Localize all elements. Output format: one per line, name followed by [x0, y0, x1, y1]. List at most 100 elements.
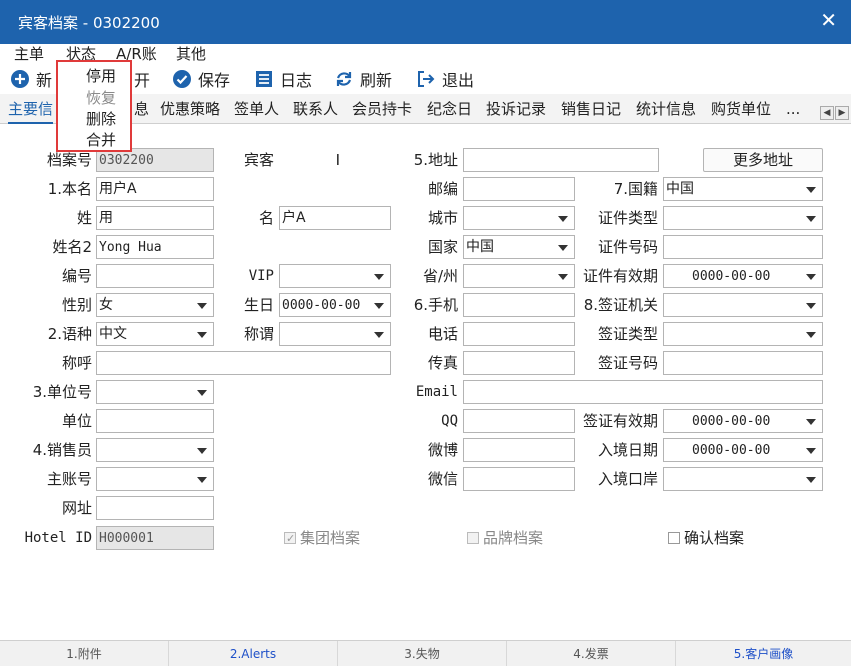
tab-more[interactable]: ...: [786, 98, 800, 120]
label-id-type: 证件类型: [597, 209, 658, 227]
fax-field[interactable]: [463, 351, 575, 375]
brand-profile-checkbox[interactable]: 品牌档案: [467, 527, 543, 549]
label-visa-valid: 签证有效期: [582, 412, 658, 430]
bottom-tab-alerts[interactable]: 2.Alerts: [169, 641, 338, 666]
checkbox-icon: [668, 532, 680, 544]
bottom-tab-lost-items[interactable]: 3.失物: [338, 641, 507, 666]
gender-select[interactable]: 女: [96, 293, 214, 317]
hotel-id-field: H000001: [96, 526, 214, 550]
more-address-button[interactable]: 更多地址: [703, 148, 823, 172]
province-select[interactable]: [463, 264, 575, 288]
tab-scroll-right-icon[interactable]: ▶: [835, 106, 849, 120]
tab-main-info[interactable]: 主要信: [8, 98, 54, 124]
label-visa-no: 签证号码: [597, 354, 658, 372]
label-website: 网址: [61, 499, 92, 517]
status-dropdown-menu: 停用 恢复 删除 合并: [56, 60, 132, 152]
label-unit-no: 3.单位号: [32, 383, 92, 401]
qq-field[interactable]: [463, 409, 575, 433]
open-button[interactable]: 开: [134, 68, 150, 90]
label-entry-date: 入境日期: [597, 441, 658, 459]
log-button[interactable]: 日志: [254, 68, 312, 90]
label-birthday: 生日: [243, 296, 274, 314]
city-select[interactable]: [463, 206, 575, 230]
code-field[interactable]: [96, 264, 214, 288]
mobile-field[interactable]: [463, 293, 575, 317]
master-acct-select[interactable]: [96, 467, 214, 491]
save-button[interactable]: 保存: [172, 68, 230, 90]
bottom-tab-bar: 1.附件 2.Alerts 3.失物 4.发票 5.客户画像: [0, 640, 851, 666]
birthday-date[interactable]: 0000-00-00: [279, 293, 391, 317]
bottom-tab-attachments[interactable]: 1.附件: [0, 641, 169, 666]
phone-field[interactable]: [463, 322, 575, 346]
label-country: 国家: [427, 238, 458, 256]
tab-statistics[interactable]: 统计信息: [636, 98, 696, 120]
tab-info-suffix[interactable]: 息: [134, 98, 149, 120]
unit-no-select[interactable]: [96, 380, 214, 404]
tab-member-cards[interactable]: 会员持卡: [352, 98, 412, 120]
email-field[interactable]: [463, 380, 823, 404]
label-id-valid: 证件有效期: [582, 267, 658, 285]
entry-date-date[interactable]: 0000-00-00: [663, 438, 823, 462]
id-type-select[interactable]: [663, 206, 823, 230]
id-no-field[interactable]: [663, 235, 823, 259]
refresh-button[interactable]: 刷新: [334, 68, 392, 90]
tab-sales-diary[interactable]: 销售日记: [561, 98, 621, 120]
tab-scroll-left-icon[interactable]: ◀: [820, 106, 834, 120]
guest-type-value: I: [335, 151, 340, 169]
vip-select[interactable]: [279, 264, 391, 288]
website-field[interactable]: [96, 496, 214, 520]
exit-button[interactable]: 退出: [416, 68, 474, 90]
menu-item-disable[interactable]: 停用: [86, 66, 116, 86]
label-id-no: 证件号码: [597, 238, 658, 256]
label-email: Email: [415, 384, 458, 400]
id-valid-date[interactable]: 0000-00-00: [663, 264, 823, 288]
log-label: 日志: [280, 71, 313, 90]
nationality-select[interactable]: 中国: [663, 177, 823, 201]
visa-type-select[interactable]: [663, 322, 823, 346]
surname-field[interactable]: 用: [96, 206, 214, 230]
visa-valid-date[interactable]: 0000-00-00: [663, 409, 823, 433]
tab-purchase-units[interactable]: 购货单位: [711, 98, 771, 120]
name2-field[interactable]: Yong Hua: [96, 235, 214, 259]
visa-no-field[interactable]: [663, 351, 823, 375]
wechat-field[interactable]: [463, 467, 575, 491]
confirm-profile-checkbox[interactable]: 确认档案: [668, 527, 744, 549]
check-circle-icon: [173, 70, 191, 88]
tab-discount-policy[interactable]: 优惠策略: [160, 98, 220, 120]
real-name-field[interactable]: 用户A: [96, 177, 214, 201]
save-label: 保存: [198, 71, 231, 90]
language-select[interactable]: 中文: [96, 322, 214, 346]
close-icon[interactable]: ✕: [820, 10, 837, 30]
weibo-field[interactable]: [463, 438, 575, 462]
label-vip: VIP: [248, 268, 274, 284]
unit-field[interactable]: [96, 409, 214, 433]
sales-select[interactable]: [96, 438, 214, 462]
bottom-tab-customer-profile[interactable]: 5.客户画像: [676, 641, 851, 666]
visa-office-select[interactable]: [663, 293, 823, 317]
menu-main[interactable]: 主单: [14, 44, 44, 64]
tab-contacts[interactable]: 联系人: [293, 98, 338, 120]
bottom-tab-invoices[interactable]: 4.发票: [507, 641, 676, 666]
given-name-field[interactable]: 户A: [279, 206, 391, 230]
label-qq: QQ: [441, 413, 458, 429]
exit-label: 退出: [442, 71, 475, 90]
entry-port-select[interactable]: [663, 467, 823, 491]
group-profile-checkbox[interactable]: 集团档案: [284, 527, 360, 550]
postcode-field[interactable]: [463, 177, 575, 201]
refresh-icon: [336, 72, 352, 86]
tab-complaints[interactable]: 投诉记录: [486, 98, 546, 120]
label-phone: 电话: [427, 325, 458, 343]
menu-item-delete[interactable]: 删除: [86, 109, 116, 129]
menu-item-merge[interactable]: 合并: [86, 130, 116, 150]
salutation-field[interactable]: [96, 351, 391, 375]
tab-signers[interactable]: 签单人: [234, 98, 279, 120]
label-language: 2.语种: [47, 325, 92, 343]
new-button[interactable]: 新: [10, 68, 52, 90]
country-select[interactable]: 中国: [463, 235, 575, 259]
address-field[interactable]: [463, 148, 659, 172]
window-title: 宾客档案 - 0302200: [18, 14, 160, 32]
label-unit: 单位: [61, 412, 92, 430]
title-call-select[interactable]: [279, 322, 391, 346]
menu-other[interactable]: 其他: [176, 44, 206, 64]
tab-anniversary[interactable]: 纪念日: [427, 98, 472, 120]
